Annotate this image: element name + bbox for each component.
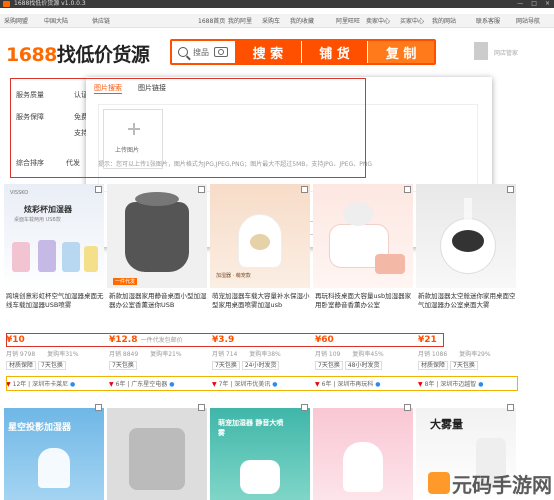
nav-item[interactable]: 采购网盟 — [4, 16, 28, 25]
product-tags: 7天包换 — [109, 360, 139, 370]
select-checkbox[interactable] — [404, 404, 411, 411]
product-image[interactable] — [416, 184, 516, 288]
product-image[interactable]: 一件代发 — [107, 184, 207, 288]
product-meta: 月销 9798 复购率31% — [6, 351, 79, 358]
header: 1688找低价货源 搜品 搜 索 铺 货 复 制 网店管家 — [0, 32, 554, 74]
product-name[interactable]: 新款加湿器太空舱迷你家用桌面空气加湿器办公室桌面大雾 — [418, 292, 516, 310]
nav-item[interactable]: 1688首页 — [198, 16, 225, 25]
product-name[interactable]: 萌宠加湿器车载大容量补水保湿小型家用桌面喷雾加湿usb — [212, 292, 310, 310]
nav-item[interactable]: 我的阿里 — [228, 16, 252, 25]
product-image[interactable]: 星空投影加湿器 — [4, 408, 104, 500]
nav-item[interactable]: 网站导航 — [516, 16, 540, 25]
select-checkbox[interactable] — [198, 404, 205, 411]
price-annotation-box — [6, 333, 444, 347]
product-meta: 月销 714 复购率38% — [212, 351, 281, 358]
product-image[interactable]: 萌宠加湿器 静音大喷雾 — [210, 408, 310, 500]
watermark-logo-icon — [428, 472, 450, 494]
search-bar: 搜品 搜 索 铺 货 复 制 — [170, 39, 436, 65]
product-image[interactable] — [313, 408, 413, 500]
nav-item[interactable]: 卖家中心 — [366, 16, 390, 25]
product-name[interactable]: 新款加湿器家用静音桌面小型加湿器办公室香薰迷你USB — [109, 292, 207, 310]
product-image[interactable]: VISSKO 炫彩杯加湿器 桌面车载两用 USB款 — [4, 184, 104, 288]
select-checkbox[interactable] — [301, 404, 308, 411]
nav-item[interactable]: 买家中心 — [400, 16, 424, 25]
nav-item[interactable]: 联系客服 — [476, 16, 500, 25]
product-name[interactable]: 再玩科技桌面大容量usb加湿器家用卧室静音香薰办公室 — [315, 292, 413, 310]
product-tags: 7天包换 24小时发货 — [212, 360, 281, 370]
search-icon — [178, 47, 188, 57]
product-image[interactable]: 加湿器 · 萌宠款 — [210, 184, 310, 288]
logo[interactable]: 1688找低价货源 — [6, 40, 150, 67]
annotation-box — [10, 78, 366, 178]
copy-button[interactable]: 复 制 — [367, 41, 435, 63]
nav-item[interactable]: 供应链 — [92, 16, 110, 25]
product-meta: 月销 1086 复购率29% — [418, 351, 491, 358]
product-image[interactable] — [313, 184, 413, 288]
select-checkbox[interactable] — [507, 186, 514, 193]
maximize-button[interactable]: □ — [531, 0, 537, 8]
select-checkbox[interactable] — [301, 186, 308, 193]
top-nav: 采购网盟 中国大陆 供应链 1688首页 我的阿里 采购车 我的收藏 阿里旺旺 … — [0, 14, 554, 28]
product-meta: 月销 109 复购率45% — [315, 351, 384, 358]
app-icon — [3, 1, 10, 7]
nav-item[interactable]: 我的网站 — [432, 16, 456, 25]
product-tags: 材质保障 7天包换 — [6, 360, 68, 370]
product-tags: 7天包换 48小时发货 — [315, 360, 384, 370]
search-input[interactable]: 搜品 — [172, 41, 234, 63]
watermark-text: 元码手游网 — [452, 473, 552, 497]
product-name[interactable]: 跨境创意彩虹杯空气加湿器桌面无线车载加湿器USB喷雾 — [6, 292, 104, 310]
product-image[interactable] — [107, 408, 207, 500]
close-button[interactable]: × — [545, 0, 550, 8]
supply-button[interactable]: 铺 货 — [300, 41, 368, 63]
user-area[interactable]: 网店管家 — [466, 42, 546, 62]
select-checkbox[interactable] — [95, 404, 102, 411]
avatar — [474, 42, 488, 60]
nav-item[interactable]: 中国大陆 — [44, 16, 68, 25]
nav-item[interactable]: 阿里旺旺 — [336, 16, 360, 25]
select-checkbox[interactable] — [404, 186, 411, 193]
camera-icon[interactable] — [214, 47, 228, 57]
search-button[interactable]: 搜 索 — [234, 41, 301, 63]
select-checkbox[interactable] — [507, 404, 514, 411]
window-titlebar: 1688找低价货源 v1.0.0.3 — □ × — [0, 0, 554, 8]
product-meta: 月销 8849 复购率21% — [109, 351, 182, 358]
window-title: 1688找低价货源 v1.0.0.3 — [14, 0, 86, 7]
nav-item[interactable]: 采购车 — [262, 16, 280, 25]
select-checkbox[interactable] — [198, 186, 205, 193]
product-tags: 材质保障 7天包换 — [418, 360, 480, 370]
store-annotation-box — [6, 376, 518, 391]
minimize-button[interactable]: — — [517, 0, 523, 8]
nav-item[interactable]: 我的收藏 — [290, 16, 314, 25]
select-checkbox[interactable] — [95, 186, 102, 193]
